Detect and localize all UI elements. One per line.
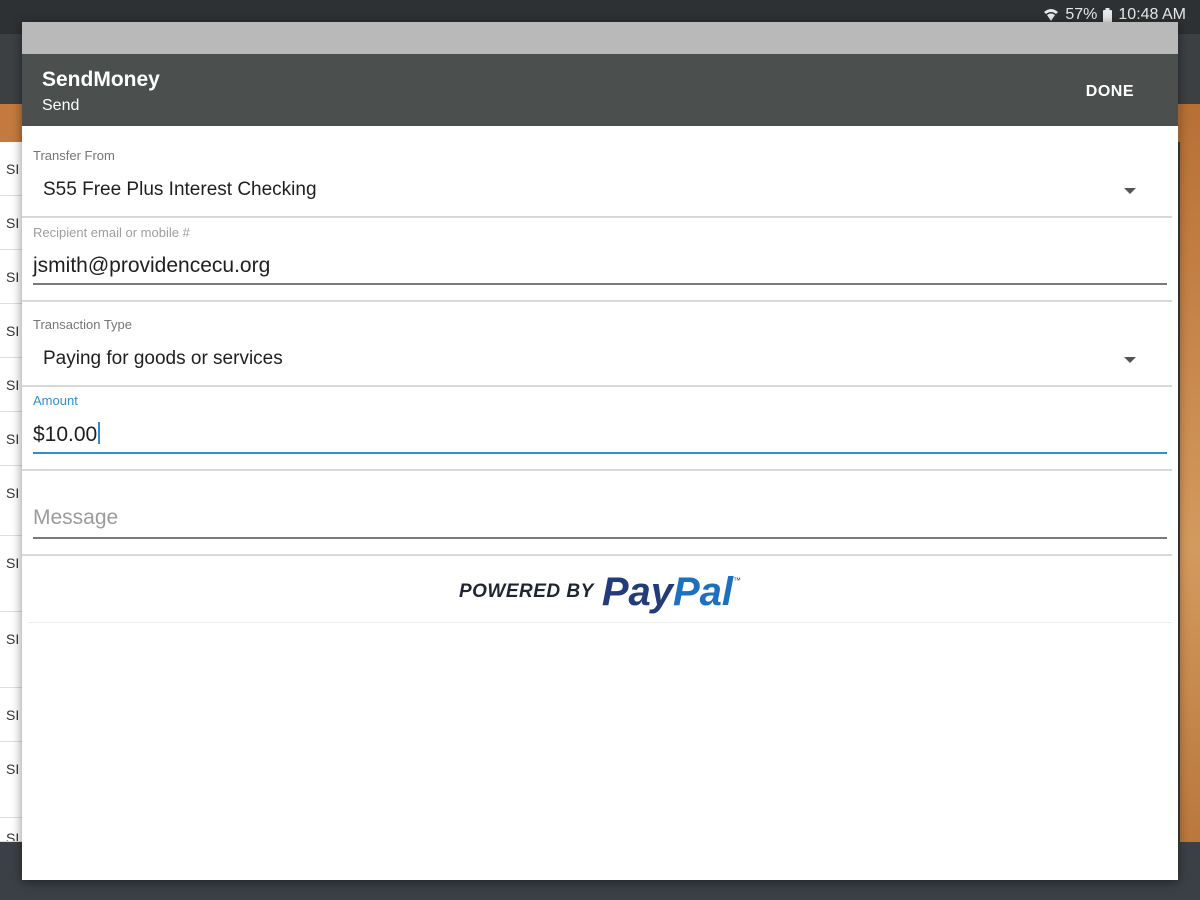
powered-by-text: POWERED BY xyxy=(458,581,594,602)
dialog-header: SendMoney Send DONE xyxy=(22,54,1178,126)
list-item: SI xyxy=(0,412,22,466)
message-input[interactable]: Message xyxy=(22,496,1172,544)
paypal-logo-pal: Pal xyxy=(672,569,734,614)
transaction-type-value: Paying for goods or services xyxy=(43,348,283,369)
dialog-title: SendMoney xyxy=(42,68,160,91)
transaction-type-label: Transaction Type xyxy=(33,317,132,332)
transfer-from-select[interactable]: S55 Free Plus Interest Checking xyxy=(22,167,1172,215)
battery-icon xyxy=(1103,7,1113,23)
recipient-value: jsmith@providencecu.org xyxy=(33,254,271,277)
divider xyxy=(22,300,1172,302)
transfer-from-label: Transfer From xyxy=(33,148,115,163)
dropdown-arrow-icon xyxy=(1124,188,1136,194)
list-item: SI xyxy=(0,250,22,304)
amount-label: Amount xyxy=(33,393,78,408)
paypal-logo-pay: Pay xyxy=(601,569,673,614)
amount-input[interactable]: $10.00 xyxy=(22,414,1172,456)
amount-value-wrap: $10.00 xyxy=(33,422,101,447)
wifi-icon xyxy=(1043,8,1059,22)
transfer-from-value: S55 Free Plus Interest Checking xyxy=(43,179,317,200)
amount-underline xyxy=(33,452,1167,454)
list-item: SI xyxy=(0,358,22,412)
recipient-label: Recipient email or mobile # xyxy=(33,225,190,240)
list-item: SI xyxy=(0,742,22,818)
divider xyxy=(22,385,1172,387)
send-money-dialog: SendMoney Send DONE Transfer From S55 Fr… xyxy=(22,22,1178,880)
list-item: SI xyxy=(0,688,22,742)
list-item: SI xyxy=(0,304,22,358)
dropdown-arrow-icon xyxy=(1124,357,1136,363)
recipient-input[interactable]: jsmith@providencecu.org xyxy=(22,246,1172,288)
message-placeholder: Message xyxy=(33,506,119,529)
list-item: SI xyxy=(0,196,22,250)
list-item: SI xyxy=(0,466,22,536)
list-item: SI xyxy=(0,818,22,842)
dialog-subtitle: Send xyxy=(42,97,80,114)
background-image-strip xyxy=(1180,104,1200,844)
amount-value: $10.00 xyxy=(33,423,98,446)
divider xyxy=(22,216,1172,218)
list-item: SI xyxy=(0,536,22,612)
done-button[interactable]: DONE xyxy=(1078,79,1142,105)
trademark-symbol: ™ xyxy=(733,575,742,585)
recipient-underline xyxy=(33,283,1167,285)
transaction-type-select[interactable]: Paying for goods or services xyxy=(22,336,1172,384)
dialog-top-bar xyxy=(22,22,1178,54)
text-caret xyxy=(98,422,101,444)
paypal-logo: Pay Pal ™ xyxy=(602,570,741,615)
divider xyxy=(22,554,1172,556)
list-item: SI xyxy=(0,142,22,196)
list-item: SI xyxy=(0,612,22,688)
message-underline xyxy=(33,537,1167,539)
powered-by-paypal: POWERED BY Pay Pal ™ xyxy=(22,562,1178,622)
footer-divider xyxy=(28,622,1172,623)
background-list: SI SI SI SI SI SI SI SI SI SI SI SI xyxy=(0,142,22,842)
divider xyxy=(22,469,1172,471)
